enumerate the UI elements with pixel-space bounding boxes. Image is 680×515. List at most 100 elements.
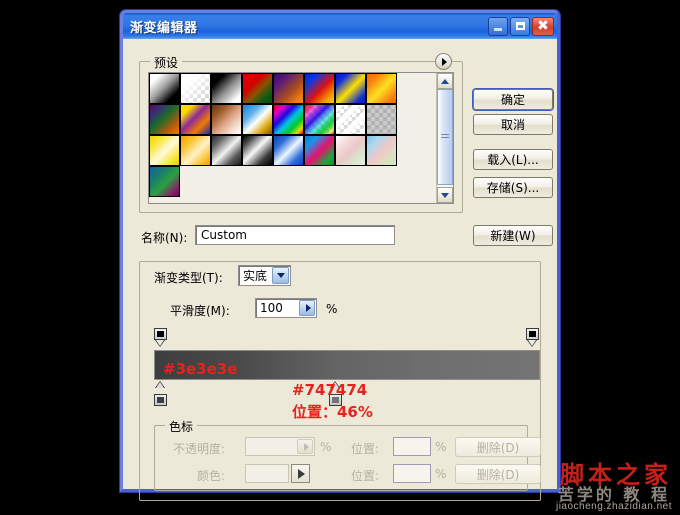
preset-swatch-foreground-to-background[interactable]	[149, 73, 180, 104]
triangle-glyph	[303, 442, 309, 451]
color-stop-left[interactable]	[154, 381, 167, 406]
chevron-up-glyph	[441, 78, 449, 84]
preset-swatch-area[interactable]	[149, 73, 436, 203]
opacity-stop-handle	[154, 328, 167, 340]
preset-swatch-pastel-pink-green[interactable]	[335, 135, 366, 166]
smoothness-value: 100	[260, 301, 283, 315]
preset-swatch-transparent-stripes[interactable]	[335, 104, 366, 135]
annotation-left-color: #3e3e3e	[163, 360, 238, 378]
chevron-down-icon[interactable]	[272, 267, 289, 284]
triangle-glyph	[305, 304, 311, 312]
minimize-icon	[494, 28, 502, 31]
chevron-down-glyph	[441, 192, 449, 198]
opacity-label: 不透明度:	[173, 442, 226, 456]
annotation-mid-color: #747474	[292, 381, 368, 399]
color-label: 颜色:	[197, 469, 226, 483]
preset-swatch-chrome[interactable]	[242, 104, 273, 135]
color-delete-button: 删除(D)	[455, 464, 541, 484]
color-position-input	[393, 464, 431, 483]
preset-swatch-foreground-to-transparent[interactable]	[180, 73, 211, 104]
watermark-main-text: 脚本之家	[560, 461, 672, 489]
watermark-url: jiaocheng.zhazidian.net	[555, 501, 672, 512]
preset-swatch-silver-black[interactable]	[242, 135, 273, 166]
name-label: 名称(N):	[141, 231, 188, 245]
opacity-stop-left[interactable]	[154, 328, 167, 347]
preset-swatch-orange-yellow-orange[interactable]	[366, 73, 397, 104]
cancel-button[interactable]: 取消	[473, 114, 553, 135]
preset-swatch-red-green[interactable]	[242, 73, 273, 104]
watermark-sub-text: 苦学的 教 程	[557, 485, 670, 504]
color-picker-icon	[291, 464, 310, 483]
scroll-down-arrow-icon[interactable]	[437, 187, 453, 203]
name-input[interactable]: Custom	[195, 225, 395, 245]
ok-button[interactable]: 确定	[473, 89, 553, 110]
save-button[interactable]: 存储(S)...	[473, 177, 553, 198]
opacity-stop-right[interactable]	[526, 328, 539, 347]
slider-popup-icon[interactable]	[299, 300, 315, 316]
gradient-type-label: 渐变类型(T):	[154, 271, 223, 285]
preset-swatch-blue-white-blue[interactable]	[273, 135, 304, 166]
preset-swatch-pastel-blue-pink[interactable]	[366, 135, 397, 166]
presets-group: 预设	[139, 53, 463, 213]
presets-legend: 预设	[150, 54, 183, 71]
new-button[interactable]: 新建(W)	[473, 225, 553, 246]
opacity-spinner-icon	[297, 439, 313, 454]
maximize-icon	[515, 22, 525, 30]
close-button[interactable]: ✖	[532, 16, 554, 36]
color-stop-handle	[154, 394, 167, 406]
scroll-up-arrow-icon[interactable]	[437, 73, 453, 89]
smoothness-unit: %	[326, 302, 338, 316]
color-stop-pointer-inner	[156, 382, 164, 388]
opacity-stop-pointer-inner	[528, 340, 536, 346]
smoothness-input[interactable]: 100	[255, 298, 317, 318]
preset-swatch-transparent-checker[interactable]	[366, 104, 397, 135]
preset-swatch-steel-bar[interactable]	[211, 135, 242, 166]
triangle-glyph	[298, 468, 305, 479]
preset-swatch-spectrum[interactable]	[273, 104, 304, 135]
preset-swatch-grid	[149, 73, 436, 197]
preset-list[interactable]	[148, 72, 454, 204]
gradient-type-value: 实底	[243, 269, 268, 283]
opacity-position-unit: %	[435, 440, 447, 454]
maximize-button[interactable]	[510, 16, 530, 36]
opacity-stop-handle	[526, 328, 539, 340]
opacity-position-input	[393, 437, 431, 456]
annotation-position: 位置：46%	[292, 403, 373, 421]
preset-swatch-yellow-white-yellow[interactable]	[149, 135, 180, 166]
triangle-glyph	[442, 57, 447, 66]
preset-swatch-blue-red-yellow[interactable]	[304, 73, 335, 104]
opacity-stop-pointer-inner	[156, 340, 164, 346]
gradient-type-select[interactable]: 实底	[238, 265, 291, 286]
thumb-grip-icon	[441, 134, 449, 140]
scrollbar-track[interactable]	[437, 89, 453, 187]
preset-swatch-black-white[interactable]	[211, 73, 242, 104]
preset-swatch-transparent-rainbow[interactable]	[304, 104, 335, 135]
color-position-label: 位置:	[351, 469, 380, 483]
window-title: 渐变编辑器	[130, 20, 198, 36]
load-button[interactable]: 载入(L)...	[473, 149, 553, 170]
close-icon: ✖	[537, 18, 549, 34]
color-swatch	[245, 464, 289, 483]
window-controls: ✖	[488, 16, 554, 36]
opacity-unit: %	[320, 440, 332, 454]
scrollbar-thumb[interactable]	[437, 89, 453, 185]
preset-swatch-blue-green-magenta[interactable]	[149, 166, 180, 197]
smoothness-label: 平滑度(M):	[170, 304, 230, 318]
preset-swatch-blue-yellow-blue[interactable]	[335, 73, 366, 104]
opacity-position-label: 位置:	[351, 442, 380, 456]
opacity-input	[245, 437, 315, 456]
color-stops-legend: 色标	[165, 418, 198, 435]
color-position-unit: %	[435, 467, 447, 481]
preset-swatch-violet-orange[interactable]	[273, 73, 304, 104]
color-stops-group: 色标 不透明度: % 位置: % 删除(D) 颜色: 位置: % 删除(D)	[154, 418, 541, 491]
preset-swatch-orange-yellow-white[interactable]	[180, 135, 211, 166]
preset-swatch-violet-green-orange[interactable]	[149, 104, 180, 135]
preset-scrollbar[interactable]	[436, 73, 453, 203]
preset-swatch-yellow-violet-orange-blue[interactable]	[180, 104, 211, 135]
minimize-button[interactable]	[488, 16, 508, 36]
preset-menu-arrow-icon[interactable]	[435, 53, 452, 70]
title-bar[interactable]: 渐变编辑器 ✖	[123, 13, 557, 39]
preset-swatch-copper[interactable]	[211, 104, 242, 135]
preset-swatch-blue-magenta-green[interactable]	[304, 135, 335, 166]
opacity-delete-button: 删除(D)	[455, 437, 541, 457]
